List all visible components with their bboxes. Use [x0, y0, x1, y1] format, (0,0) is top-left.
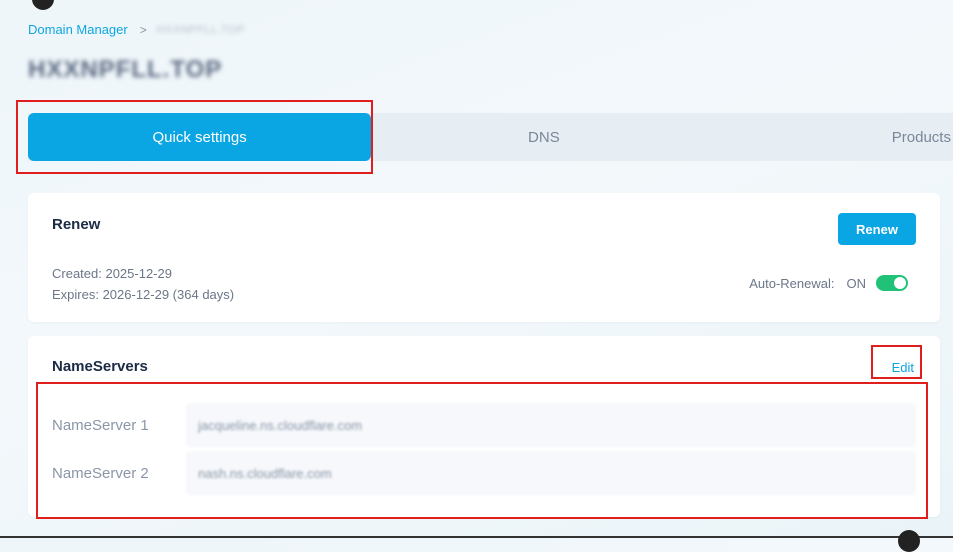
chevron-right-icon: >: [139, 22, 147, 37]
tab-dns[interactable]: DNS: [371, 113, 716, 161]
nameserver-1-field[interactable]: jacqueline.ns.cloudflare.com: [186, 403, 916, 447]
page-title: HXXNPFLL.TOP: [28, 56, 223, 83]
nameserver-label: NameServer 2: [52, 464, 149, 482]
tab-products[interactable]: Products: [717, 113, 953, 161]
bottom-marker-dot: [898, 530, 920, 552]
auto-renewal-toggle[interactable]: [876, 275, 908, 291]
auto-renewal: Auto-Renewal: ON: [749, 275, 908, 291]
created-date: Created: 2025-12-29: [52, 266, 172, 281]
edit-nameservers-link[interactable]: Edit: [892, 360, 914, 375]
nameserver-row: NameServer 2 nash.ns.cloudflare.com: [52, 451, 916, 495]
nameserver-2-field[interactable]: nash.ns.cloudflare.com: [186, 451, 916, 495]
breadcrumb-current-domain: HXXNPFLL.TOP: [156, 23, 246, 36]
renew-card: Renew Renew Created: 2025-12-29 Expires:…: [28, 193, 940, 322]
nameservers-title: NameServers: [52, 358, 148, 375]
tab-quick-settings[interactable]: Quick settings: [28, 113, 372, 161]
renew-title: Renew: [52, 216, 101, 233]
nameserver-row: NameServer 1 jacqueline.ns.cloudflare.co…: [52, 403, 916, 447]
nameserver-label: NameServer 1: [52, 416, 149, 434]
expires-date: Expires: 2026-12-29 (364 days): [52, 287, 235, 302]
breadcrumb: Domain Manager > HXXNPFLL.TOP: [28, 22, 245, 37]
toggle-knob: [894, 277, 906, 289]
tab-bar: Quick settings DNS Products: [28, 113, 953, 161]
renew-dates: Created: 2025-12-29 Expires: 2026-12-29 …: [52, 263, 234, 305]
auto-renewal-label: Auto-Renewal:: [749, 275, 835, 291]
top-marker-dot: [32, 0, 54, 10]
nameservers-card: NameServers Edit NameServer 1 jacqueline…: [28, 336, 940, 517]
auto-renewal-state: ON: [846, 275, 867, 291]
renew-button[interactable]: Renew: [838, 213, 916, 245]
breadcrumb-domain-manager-link[interactable]: Domain Manager: [28, 22, 128, 37]
